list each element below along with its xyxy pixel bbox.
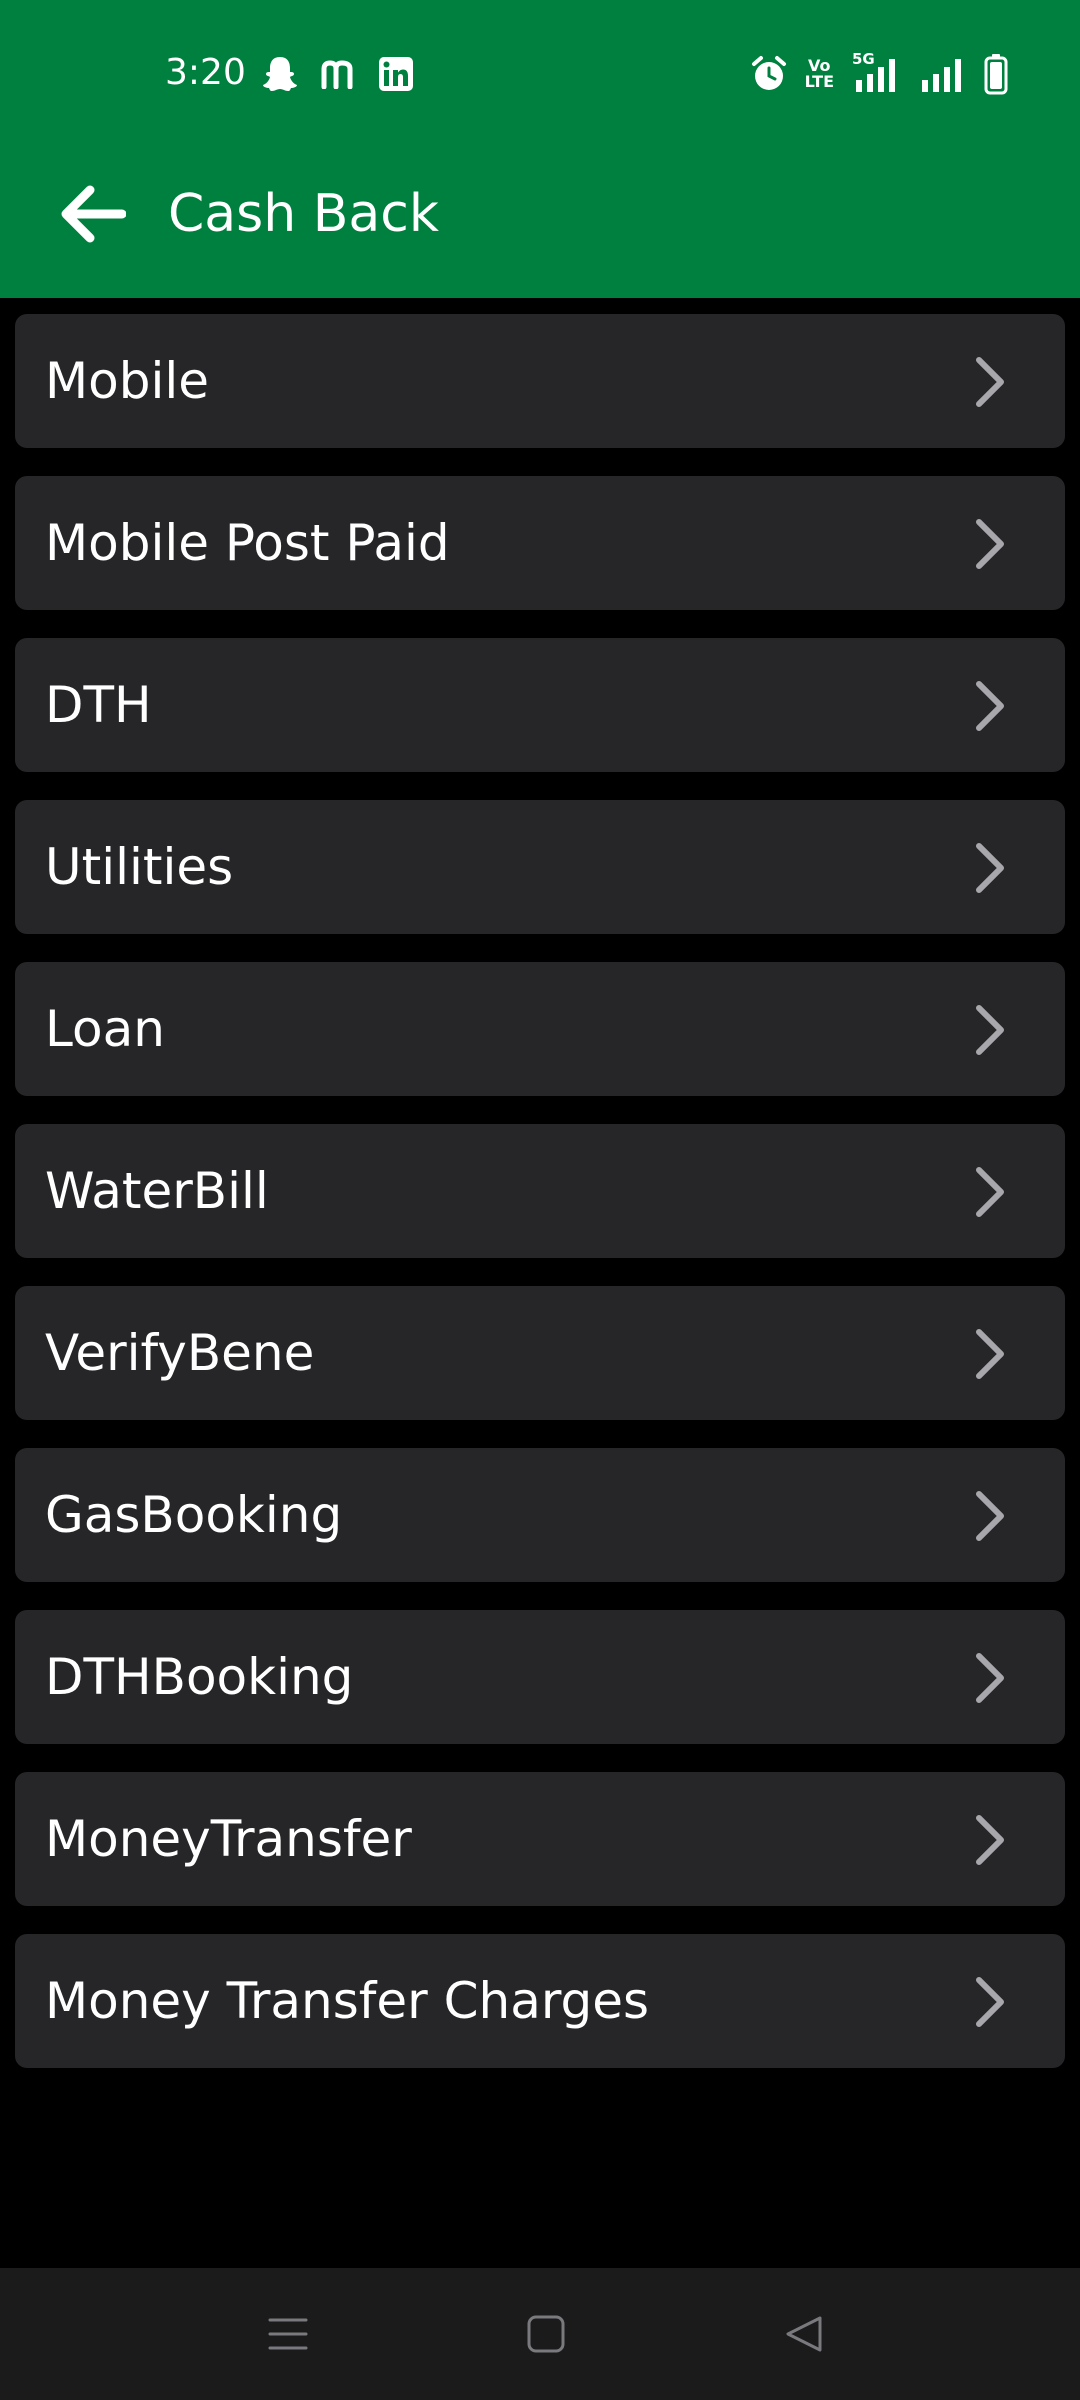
list-item-dthbooking[interactable]: DTHBooking — [15, 1610, 1065, 1744]
app-bar: Cash Back — [0, 145, 1080, 298]
list-item-moneytransfer[interactable]: MoneyTransfer — [15, 1772, 1065, 1906]
alarm-icon — [751, 55, 787, 93]
list-item-label: DTH — [45, 676, 152, 734]
chevron-right-icon — [976, 1329, 1004, 1379]
notification-icons — [262, 54, 414, 94]
chevron-right-icon — [976, 1815, 1004, 1865]
home-button[interactable] — [510, 2298, 582, 2370]
list-item-label: Utilities — [45, 838, 234, 896]
list-item-verifybene[interactable]: VerifyBene — [15, 1286, 1065, 1420]
chevron-right-icon — [976, 843, 1004, 893]
volte-bottom-text: LTE — [804, 72, 834, 91]
linkedin-icon — [378, 56, 414, 92]
nav-back-button[interactable] — [768, 2298, 840, 2370]
list-item-label: Money Transfer Charges — [45, 1972, 650, 2030]
list-item-label: GasBooking — [45, 1486, 343, 1544]
list-item-gasbooking[interactable]: GasBooking — [15, 1448, 1065, 1582]
chevron-right-icon — [976, 1977, 1004, 2027]
top-bar: 3:20 Vo LTE 5G Cash Back — [0, 0, 1080, 298]
signal-icon — [920, 54, 966, 94]
list-item-dth[interactable]: DTH — [15, 638, 1065, 772]
list-item-waterbill[interactable]: WaterBill — [15, 1124, 1065, 1258]
system-nav-bar — [0, 2268, 1080, 2400]
list-item-label: VerifyBene — [45, 1324, 315, 1382]
chevron-right-icon — [976, 357, 1004, 407]
list-item-mobile[interactable]: Mobile — [15, 314, 1065, 448]
list-item-label: MoneyTransfer — [45, 1810, 412, 1868]
system-icons: Vo LTE 5G — [751, 50, 1008, 96]
status-time: 3:20 — [165, 52, 246, 93]
home-square-icon — [527, 2315, 565, 2353]
status-bar: 3:20 Vo LTE 5G — [0, 0, 1080, 145]
volte-icon: Vo LTE — [805, 58, 834, 90]
chevron-right-icon — [976, 1491, 1004, 1541]
m-app-icon — [320, 59, 356, 89]
battery-icon — [984, 53, 1008, 95]
recents-button[interactable] — [252, 2298, 324, 2370]
list-item-label: WaterBill — [45, 1162, 269, 1220]
signal-5g-icon: 5G — [852, 50, 902, 94]
cashback-category-list: Mobile Mobile Post Paid DTH Utilities Lo… — [15, 314, 1065, 2096]
list-item-money-transfer-charges[interactable]: Money Transfer Charges — [15, 1934, 1065, 2068]
list-item-utilities[interactable]: Utilities — [15, 800, 1065, 934]
list-item-label: Loan — [45, 1000, 165, 1058]
list-item-label: Mobile — [45, 352, 210, 410]
chevron-right-icon — [976, 519, 1004, 569]
chevron-right-icon — [976, 1005, 1004, 1055]
arrow-left-icon — [61, 185, 126, 243]
page-title: Cash Back — [168, 184, 439, 244]
list-item-label: DTHBooking — [45, 1648, 354, 1706]
snapchat-icon — [262, 55, 298, 93]
screen: 3:20 Vo LTE 5G Cash Back Mobile Mobile P… — [0, 0, 1080, 2400]
list-item-label: Mobile Post Paid — [45, 514, 450, 572]
chevron-right-icon — [976, 1167, 1004, 1217]
network-type-label: 5G — [852, 50, 875, 68]
chevron-right-icon — [976, 681, 1004, 731]
list-item-loan[interactable]: Loan — [15, 962, 1065, 1096]
list-item-mobile-post-paid[interactable]: Mobile Post Paid — [15, 476, 1065, 610]
back-triangle-icon — [786, 2316, 822, 2352]
back-button[interactable] — [50, 171, 136, 257]
chevron-right-icon — [976, 1653, 1004, 1703]
menu-icon — [268, 2318, 308, 2350]
